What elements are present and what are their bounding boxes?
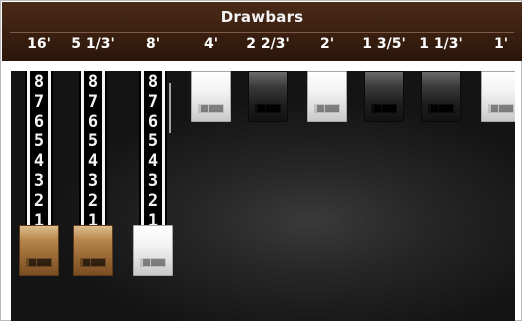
grip-notch	[438, 105, 446, 112]
footage-label: 16'	[27, 36, 51, 52]
footage-label: 4'	[203, 36, 219, 52]
scale-digit: 4	[33, 151, 45, 172]
grip-slot	[26, 258, 52, 268]
grip-slot	[314, 104, 340, 113]
grip-notch	[491, 105, 498, 112]
grip-notch	[36, 259, 44, 267]
grip-notch	[201, 105, 208, 112]
grip-notch	[90, 259, 98, 267]
grip-notch	[317, 105, 324, 112]
grip-notch	[324, 105, 332, 112]
grip-slot	[198, 104, 224, 113]
scale-digit: 6	[147, 111, 159, 132]
footage-label: 5 1/3'	[71, 36, 115, 52]
grip-notch	[258, 105, 265, 112]
scale-digit: 2	[87, 190, 99, 211]
panel-title: Drawbars	[220, 8, 304, 26]
grip-notch	[446, 105, 453, 112]
grip-slot	[428, 104, 454, 113]
footage-label: 8'	[145, 36, 161, 52]
scale-digit: 6	[33, 111, 45, 132]
scale-digit: 3	[33, 170, 45, 191]
drawbar-grip-white[interactable]	[191, 71, 231, 122]
scale-digit: 5	[33, 131, 45, 152]
drawbar-scale: 87654321	[79, 72, 107, 231]
footage-label: 2'	[319, 36, 335, 52]
grip-notch	[273, 105, 280, 112]
grip-notch	[216, 105, 223, 112]
drawbar-grip-black[interactable]	[364, 71, 404, 122]
scale-digit: 4	[87, 151, 99, 172]
footage-label: 1 3/5'	[362, 36, 406, 52]
drawbars-header: Drawbars 16' 5 1/3' 8' 4' 2 2/3' 2' 1 3/5' 1 1/…	[2, 2, 522, 61]
footage-label: 2 2/3'	[246, 36, 290, 52]
scale-digit: 4	[147, 151, 159, 172]
grip-notch	[208, 105, 216, 112]
grip-notch	[29, 259, 36, 267]
scale-digit: 6	[87, 111, 99, 132]
grip-notch	[498, 105, 506, 112]
drawbar-scale: 87654321	[139, 72, 167, 231]
footage-label: 1 1/3'	[419, 36, 463, 52]
scale-digit: 8	[33, 72, 45, 92]
scale-digit: 5	[147, 131, 159, 152]
drawbar-grip-black[interactable]	[248, 71, 288, 122]
grip-notch	[158, 259, 165, 267]
grip-notch	[98, 259, 105, 267]
grip-notch	[374, 105, 381, 112]
grip-notch	[143, 259, 150, 267]
grip-notch	[44, 259, 51, 267]
drawbar-grip-black[interactable]	[421, 71, 461, 122]
drawbar-shaft[interactable]: 87654321	[25, 71, 53, 234]
scale-digit: 8	[147, 72, 159, 92]
drawbar-shaft[interactable]: 87654321	[139, 71, 167, 234]
scale-digit: 8	[87, 72, 99, 92]
grip-notch	[431, 105, 438, 112]
scale-digit: 2	[33, 190, 45, 211]
drawbars-panel: Drawbars 16' 5 1/3' 8' 4' 2 2/3' 2' 1 3/5' 1 1/…	[0, 0, 522, 321]
scale-digit: 7	[33, 91, 45, 112]
drawbar-well: 87654321 87654321 87654321	[11, 71, 515, 321]
drawbar-grip-brown[interactable]	[73, 225, 113, 277]
footage-label: 1'	[493, 36, 509, 52]
grip-slot	[140, 258, 166, 268]
grip-slot	[255, 104, 281, 113]
grip-notch	[265, 105, 273, 112]
drawbar-grip-white[interactable]	[133, 225, 173, 277]
grip-notch	[381, 105, 389, 112]
grip-slot	[80, 258, 106, 268]
grip-notch	[83, 259, 90, 267]
drawbar-scale: 87654321	[25, 72, 53, 231]
grip-slot	[371, 104, 397, 113]
scale-digit: 5	[87, 131, 99, 152]
scale-digit: 7	[87, 91, 99, 112]
grip-notch	[332, 105, 339, 112]
scale-digit: 7	[147, 91, 159, 112]
header-divider	[10, 32, 514, 33]
scale-digit: 3	[87, 170, 99, 191]
scale-digit: 2	[147, 190, 159, 211]
grip-notch	[506, 105, 513, 112]
slot-tick	[169, 83, 171, 133]
drawbar-grip-white[interactable]	[307, 71, 347, 122]
scale-digit: 3	[147, 170, 159, 191]
drawbar-shaft[interactable]: 87654321	[79, 71, 107, 234]
grip-notch	[150, 259, 158, 267]
grip-slot	[488, 104, 514, 113]
drawbar-grip-white[interactable]	[481, 71, 515, 122]
grip-notch	[389, 105, 396, 112]
drawbar-grip-brown[interactable]	[19, 225, 59, 277]
